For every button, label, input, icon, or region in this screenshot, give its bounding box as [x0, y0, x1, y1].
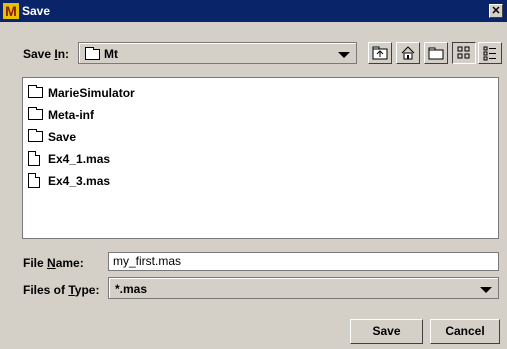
file-icon: [28, 173, 40, 188]
home-button[interactable]: [396, 42, 420, 64]
list-view-button[interactable]: [452, 42, 476, 64]
details-view-icon: [483, 46, 496, 61]
chevron-down-icon: [338, 52, 350, 58]
details-view-button[interactable]: [478, 42, 502, 64]
save-button[interactable]: Save: [350, 319, 423, 344]
files-of-type-combo[interactable]: *.mas: [108, 277, 499, 299]
cancel-button[interactable]: Cancel: [430, 319, 500, 344]
chevron-down-icon: [480, 287, 492, 293]
list-view-icon: [457, 46, 470, 59]
new-folder-button[interactable]: [424, 42, 448, 64]
home-icon: [401, 46, 415, 60]
new-folder-icon: [428, 47, 444, 60]
file-icon: [28, 151, 40, 166]
close-button[interactable]: ✕: [489, 4, 503, 18]
file-list[interactable]: MarieSimulator Meta-inf Save Ex4_1.mas E…: [22, 77, 499, 239]
app-icon: M: [3, 3, 19, 19]
up-one-level-button[interactable]: [368, 42, 392, 64]
folder-up-icon: [372, 46, 388, 60]
save-in-value: Mt: [104, 47, 118, 61]
save-in-label: Save In:: [23, 47, 70, 61]
title-bar: M Save ✕: [0, 0, 507, 22]
files-of-type-label: Files of Type:: [23, 283, 100, 297]
folder-icon: [28, 107, 43, 120]
folder-icon: [28, 85, 43, 98]
file-name-input[interactable]: my_first.mas: [108, 252, 499, 271]
window-title: Save: [22, 4, 51, 18]
file-name-label: File Name:: [23, 256, 84, 270]
save-in-combo[interactable]: Mt: [78, 42, 357, 64]
folder-icon: [85, 47, 100, 60]
files-of-type-value: *.mas: [115, 282, 148, 296]
folder-icon: [28, 129, 43, 142]
